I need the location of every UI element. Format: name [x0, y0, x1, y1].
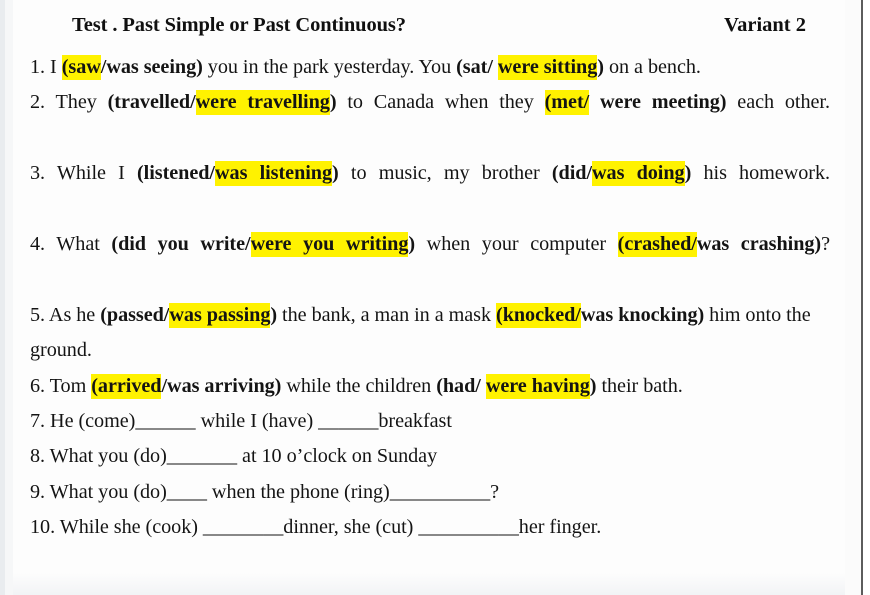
text-segment: 9. What you (do)____ when the phone (rin… [30, 480, 500, 503]
highlighted-answer: were having [485, 373, 590, 399]
text-segment: when your computer [415, 233, 618, 256]
text-segment: his homework. [691, 162, 830, 185]
question-item: 8. What you (do)_______ at 10 o’clock on… [30, 439, 830, 474]
highlighted-answer: (saw [61, 55, 101, 80]
question-item: 2. They (travelled/were travelling) to C… [30, 85, 830, 156]
text-segment: ? [821, 233, 831, 256]
text-segment: 8. What you (do)_______ at 10 o’clock on… [30, 445, 438, 468]
highlighted-answer: (crashed/ [617, 232, 697, 258]
question-item: 9. What you (do)____ when the phone (rin… [30, 475, 830, 510]
text-segment: was crashing) [696, 233, 822, 256]
page-title: Test . Past Simple or Past Continuous? [72, 14, 406, 36]
text-segment: /was arriving) [161, 374, 282, 397]
question-list: 1. I (saw/was seeing) you in the park ye… [30, 50, 846, 546]
text-segment: (listened/ [136, 162, 215, 185]
text-segment: (had/ [436, 374, 486, 397]
text-segment: 6. Tom [30, 374, 92, 397]
text-segment: while the children [281, 374, 437, 397]
text-segment: were meeting) [589, 91, 727, 114]
text-segment: to music, my brother [338, 162, 552, 185]
text-segment: (sat/ [456, 56, 498, 78]
highlighted-answer: was listening [215, 161, 333, 187]
text-segment: /was seeing) [100, 56, 203, 78]
text-segment: (did/ [551, 162, 593, 185]
text-segment: to Canada when they [336, 91, 545, 114]
text-segment: the bank, a man in a mask [277, 303, 497, 326]
worksheet-page: Test . Past Simple or Past Continuous? V… [0, 0, 870, 595]
text-segment: on a bench. [603, 56, 701, 78]
text-segment: (did you write/ [111, 233, 251, 256]
worksheet-header: Test . Past Simple or Past Continuous? V… [30, 0, 846, 37]
text-segment: 4. What [30, 233, 112, 256]
highlighted-answer: were you writing [250, 232, 409, 258]
scan-shadow [13, 573, 845, 595]
text-segment: ) [597, 56, 604, 78]
question-item: 7. He (come)______ while I (have) ______… [30, 404, 830, 439]
highlighted-answer: (arrived [91, 373, 162, 399]
highlighted-answer: (met/ [544, 90, 590, 116]
text-segment: (passed/ [100, 303, 170, 326]
highlighted-answer: were travelling [195, 90, 330, 116]
question-item: 5. As he (passed/was passing) the bank, … [30, 298, 830, 369]
text-segment: ) [329, 91, 337, 114]
text-segment: 10. While she (cook) ________dinner, she… [30, 516, 602, 539]
text-segment: 5. As he [30, 303, 101, 326]
text-segment: each other. [726, 91, 830, 114]
question-item: 1. I (saw/was seeing) you in the park ye… [30, 50, 830, 85]
text-segment: 3. While I [30, 162, 137, 185]
highlighted-answer: was doing [592, 161, 685, 187]
text-segment: (travelled/ [107, 91, 196, 114]
variant-label: Variant 2 [724, 14, 806, 36]
question-item: 10. While she (cook) ________dinner, she… [30, 510, 830, 545]
text-segment: 1. I [30, 56, 62, 78]
highlighted-answer: were sitting [497, 55, 598, 80]
highlighted-answer: was passing [169, 302, 271, 328]
text-segment: 7. He (come)______ while I (have) ______… [30, 410, 452, 433]
text-segment: you in the park yesterday. You [202, 56, 457, 78]
text-segment: their bath. [596, 374, 683, 397]
question-item: 4. What (did you write/were you writing)… [30, 227, 830, 298]
highlighted-answer: (knocked/ [496, 302, 581, 328]
question-item: 6. Tom (arrived/was arriving) while the … [30, 369, 830, 404]
text-segment: was knocking) [580, 303, 705, 326]
text-segment: ) [332, 162, 339, 185]
text-segment: 2. They [30, 91, 108, 114]
question-item: 3. While I (listened/was listening) to m… [30, 156, 830, 227]
